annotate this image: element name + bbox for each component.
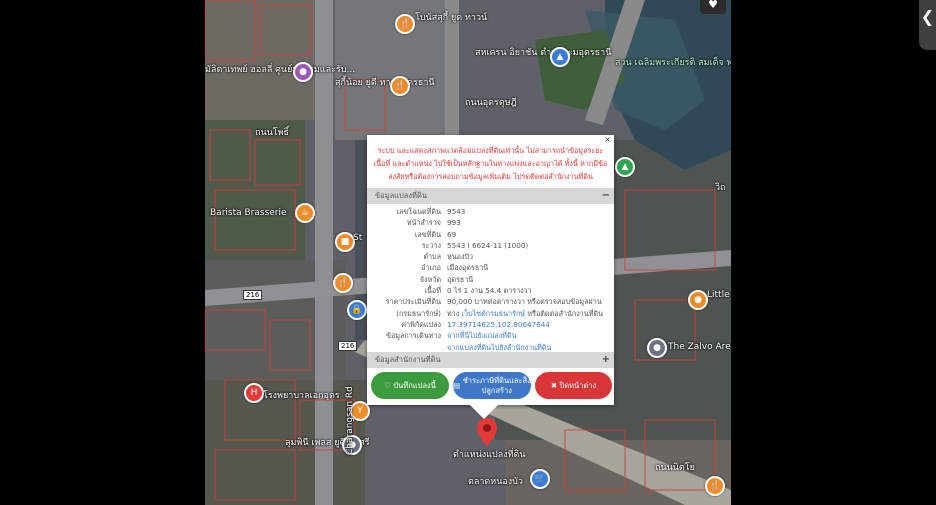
document-icon: ▤ <box>453 380 463 390</box>
parcel-info-popup: × ระบบ และแสดงสภาพแวดล้อมแปลงที่ดินเท่าน… <box>367 135 614 405</box>
heart-outline-icon: ♡ <box>384 380 394 390</box>
section-office-info-title: ข้อมูลสำนักงานที่ดิน <box>375 355 441 364</box>
row-key: จังหวัด <box>419 274 441 284</box>
popup-pointer <box>470 405 498 419</box>
route-sign-1: 216 <box>243 290 263 300</box>
row-key: ตำบล <box>423 252 441 262</box>
restaurant-pin-icon-3[interactable]: 🍴 <box>333 273 353 293</box>
map-label-vithi: วิถ <box>715 183 726 193</box>
row-value: 9543 <box>447 207 466 216</box>
hospital-pin-icon[interactable]: H <box>244 383 264 403</box>
price-value-2: ทาง เว็บไซต์กรมธนารักษ์ หรือติดต่อสำนักง… <box>447 308 614 319</box>
map-label-park: สวน เฉลิมพระเกียรติ สมเด็จ พระนางเจ้า... <box>615 58 731 68</box>
map-label-road-sangsan: Charangsan Rd <box>345 386 355 455</box>
pay-land-tax-label: ชำระภาษีที่ดินและสิ่งปลูกสร้าง <box>462 375 531 395</box>
market-pin-icon[interactable]: 🛒 <box>530 469 550 489</box>
route-to-parcel-link[interactable]: จากที่นี่ไปยังแปลงที่ดิน <box>447 330 614 341</box>
coord-label: ค่าพิกัดแปลง <box>401 319 441 329</box>
map-label-little: Little comm <box>707 290 731 300</box>
map-label-shop-left: มัลิตาเทพย์ ฮอลลี่ ศูนย์ประชุมและรับ... <box>205 65 356 75</box>
map-label-road-diag2: ถนนโพธิ์ <box>255 128 290 138</box>
row-key: หน้าสำรวจ <box>406 218 441 228</box>
collapse-icon[interactable]: − <box>602 188 610 204</box>
shop-pin-icon[interactable]: ● <box>293 62 313 82</box>
map-label-zalvo: The Zalvo Are <box>668 342 731 352</box>
table-row: หน้าสำรวจ 993 <box>367 217 614 228</box>
table-row: ตำบล หนองบัว <box>367 251 614 262</box>
popup-close-icon[interactable]: × <box>604 135 611 144</box>
save-parcel-button[interactable]: ♡ บันทึกแปลงนี้ <box>371 372 449 399</box>
row-value: 69 <box>447 229 457 239</box>
restaurant-pin-icon[interactable]: 🍴 <box>395 14 415 34</box>
table-row: ระวาง 5543 I 6624-11 (1000) <box>367 240 614 251</box>
row-key: ระวาง <box>421 240 441 250</box>
parcel-location-pin-icon[interactable] <box>477 418 497 446</box>
cafe-pin-icon[interactable]: ☕ <box>295 203 315 223</box>
heart-icon: ♥ <box>708 0 718 11</box>
expand-icon[interactable]: + <box>602 352 610 368</box>
row-value: 993 <box>447 218 461 228</box>
save-parcel-label: บันทึกแปลงนี้ <box>393 380 436 390</box>
map-label-place-top: โบนัสสุกี้ ยูด ทาวน์ <box>415 13 488 23</box>
row-key: เนื้อที่ <box>424 286 441 296</box>
coord-link[interactable]: 17.39714625,102.80647644 <box>447 319 614 330</box>
treasury-website-link[interactable]: เว็บไซต์กรมธนารักษ์ <box>462 309 525 318</box>
travel-row: ข้อมูลการเดินทาง จากที่นี่ไปยังแปลงที่ดิน <box>367 330 614 341</box>
restaurant-pin-icon-5[interactable]: 🍴 <box>705 476 725 496</box>
row-key: เลขโฉนดที่ดิน <box>396 207 441 216</box>
map-label-parcel-pin: ตำแหน่งแปลงที่ดิน <box>453 450 526 460</box>
map-label-barista: Barista Brasserie <box>210 208 287 218</box>
row-value: หนองบัว <box>447 252 474 262</box>
table-row: อำเภอ เมืองอุดรธานี <box>367 262 614 273</box>
table-row: เลขโฉนดที่ดิน 9543 <box>367 206 614 217</box>
map-label-station: St <box>353 233 363 243</box>
map-label-road-bottom: ถนนนิตโย <box>655 463 695 473</box>
shopping-pin-icon[interactable]: ● <box>688 290 708 310</box>
park-pin-icon[interactable]: ▲ <box>615 157 635 177</box>
government-pin-icon[interactable]: ▲ <box>550 47 570 67</box>
table-row: เลขที่ดิน 69 <box>367 229 614 240</box>
row-key: อำเภอ <box>421 263 441 273</box>
price-row-2: (กรมธนารักษ์) ทาง เว็บไซต์กรมธนารักษ์ หรื… <box>367 308 614 319</box>
map-label-road-diag1: ถนนอุดรดุษฎี <box>465 98 517 108</box>
section-parcel-info-title: ข้อมูลแปลงที่ดิน <box>375 191 427 200</box>
row-value: อุดรธานี <box>447 274 474 284</box>
favorite-button[interactable]: ♥ <box>700 0 726 14</box>
chevron-left-icon: ❮ <box>920 7 935 26</box>
row-value: เมืองอุดรธานี <box>447 263 489 273</box>
building-pin-icon[interactable]: ● <box>647 338 667 358</box>
price-label: ราคาประเมินที่ดิน <box>385 297 441 307</box>
route-sign-2: 216 <box>338 341 358 351</box>
close-icon: ✖ <box>550 380 560 390</box>
section-parcel-info-header[interactable]: ข้อมูลแปลงที่ดิน − <box>367 188 614 204</box>
map-label-suki: สุกี้น้อย ยูดี ทาวน์อุดรธานี <box>335 78 435 88</box>
row-value: 0 ไร่ 1 งาน 54.4 ตารางวา <box>447 286 532 296</box>
map-label-fire: สหเครน อิยาชัน ตำนประมอุดรธานี <box>475 48 612 58</box>
price-post-text: หรือติดต่อสำนักงานที่ดิน <box>527 308 604 318</box>
map-label-hospital: โรงพยาบาลเอกอุดร <box>263 391 340 401</box>
table-row: จังหวัด อุดรธานี <box>367 274 614 285</box>
disclaimer-notice: ระบบ และแสดงสภาพแวดล้อมแปลงที่ดินเท่านั้… <box>373 146 608 181</box>
popup-actions: ♡ บันทึกแปลงนี้ ▤ ชำระภาษีที่ดินและสิ่งป… <box>371 372 612 400</box>
side-panel-toggle[interactable]: ❮ <box>919 0 936 50</box>
map-label-market: ตลาดหนองบัว <box>468 477 523 487</box>
restaurant-pin-icon-2[interactable]: 🍴 <box>390 76 410 96</box>
price-row: ราคาประเมินที่ดิน 90,000 บาทต่อตารางวา หร… <box>367 296 614 307</box>
close-window-label: ปิดหน้าต่าง <box>559 380 597 390</box>
coord-row: ค่าพิกัดแปลง 17.39714625,102.80647644 <box>367 319 614 330</box>
price-value: 90,000 บาทต่อตารางวา หรือตรวจสอบข้อมูลผ่… <box>447 297 602 307</box>
office-pin-icon[interactable]: 🔒 <box>347 300 367 320</box>
row-key: เลขที่ดิน <box>414 229 441 239</box>
row-value: 5543 I 6624-11 (1000) <box>447 240 529 250</box>
parcel-info-table: เลขโฉนดที่ดิน 9543 หน้าสำรวจ 993 เลขที่ดิน… <box>367 204 614 353</box>
pay-land-tax-button[interactable]: ▤ ชำระภาษีที่ดินและสิ่งปลูกสร้าง <box>453 372 531 399</box>
travel-label: ข้อมูลการเดินทาง <box>386 331 441 341</box>
price-pre-text: ทาง <box>447 308 460 318</box>
station-pin-icon[interactable]: ■ <box>335 232 355 252</box>
close-window-button[interactable]: ✖ ปิดหน้าต่าง <box>535 372 612 399</box>
section-office-info-header[interactable]: ข้อมูลสำนักงานที่ดิน + <box>367 352 614 368</box>
price-label-2: (กรมธนารักษ์) <box>396 308 441 318</box>
table-row: เนื้อที่ 0 ไร่ 1 งาน 54.4 ตารางวา <box>367 285 614 296</box>
